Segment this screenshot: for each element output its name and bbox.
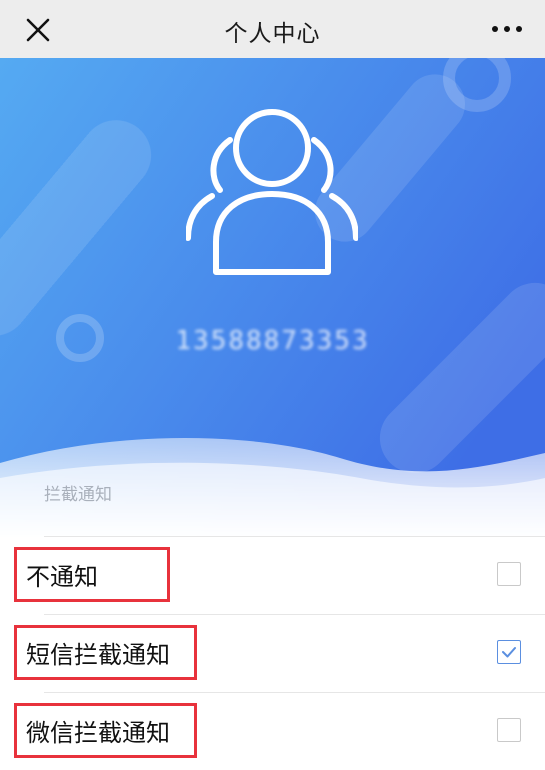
option-wechat-notify[interactable]: 微信拦截通知 — [0, 693, 545, 770]
option-label: 短信拦截通知 — [26, 641, 170, 669]
checkbox-checked[interactable] — [497, 640, 521, 664]
option-label: 不通知 — [26, 563, 98, 591]
more-dots-icon[interactable] — [487, 14, 527, 44]
checkbox[interactable] — [497, 562, 521, 586]
section-title: 拦截通知 — [44, 485, 112, 505]
option-label: 微信拦截通知 — [26, 719, 170, 747]
page-title: 个人中心 — [224, 21, 321, 47]
user-group-icon — [185, 104, 359, 280]
phone-number: 13588873353 — [175, 326, 370, 356]
checkmark-icon — [502, 647, 516, 658]
checkbox[interactable] — [497, 718, 521, 742]
option-no-notify[interactable]: 不通知 — [0, 537, 545, 614]
top-bar: 个人中心 — [0, 0, 545, 58]
option-sms-notify[interactable]: 短信拦截通知 — [0, 615, 545, 692]
